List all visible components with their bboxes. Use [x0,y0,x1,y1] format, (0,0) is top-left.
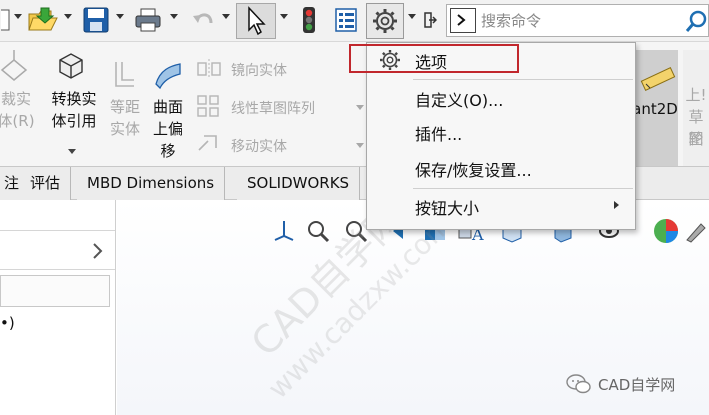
cut-solid-label-2[interactable]: 体(R) [0,110,36,132]
cut-solid-icon[interactable] [0,48,36,86]
menu-item-button-size[interactable]: 按钮大小 [367,191,635,221]
edit-appearance-icon[interactable] [651,216,681,246]
open-dropdown-arrow[interactable] [64,14,72,19]
cursor-arrow-icon [248,6,266,36]
menu-label-addins: 插件... [415,125,463,144]
save-icon[interactable] [80,4,112,36]
zoom-to-fit-icon[interactable] [305,216,331,246]
search-commands-box[interactable] [446,4,709,37]
file-properties-icon[interactable] [332,4,360,36]
convert-entities-icon[interactable] [56,50,86,84]
linear-pattern-label[interactable]: 线性草图阵列 [231,98,315,118]
tab-evaluate[interactable]: 评估 [20,167,72,200]
offset-entities-label-2[interactable]: 实体 [104,118,146,140]
instant2d-button[interactable]: ant2D [632,50,678,166]
print-dropdown-arrow[interactable] [170,14,178,19]
select-dropdown-arrow[interactable] [280,14,288,19]
search-icon[interactable] [685,9,709,37]
apply-scene-icon[interactable] [683,216,707,246]
menu-label-button-size: 按钮大小 [415,199,480,218]
surface-offset-label-3[interactable]: 移 [146,140,190,162]
linear-pattern-icon[interactable] [196,94,222,124]
command-prompt-icon [450,8,476,33]
offset-entities-icon[interactable] [110,58,138,94]
feature-manager-panel: •) [0,200,116,415]
instant2d-label: ant2D [632,100,678,118]
move-entities-label[interactable]: 移动实体 [231,136,287,156]
select-tool-button[interactable] [236,3,276,39]
cut-solid-label-1[interactable]: 裁实 [0,88,36,110]
surface-offset-label-1[interactable]: 曲面 [146,96,190,118]
right-col-label-1[interactable]: 上! [683,84,709,106]
mirror-entities-label[interactable]: 镜向实体 [231,60,287,80]
brand-name: CAD自学网 [598,375,676,394]
mirror-entities-icon[interactable] [196,58,222,84]
brand-badge: CAD自学网 [566,373,675,395]
options-button[interactable] [366,3,404,39]
right-col-label-3[interactable]: 轮 [683,128,709,150]
undo-icon[interactable] [188,4,218,36]
menu-item-customize[interactable]: 自定义(O)... [367,83,635,113]
submenu-arrow-icon [614,201,619,209]
menu-separator [413,79,633,80]
wechat-icon [566,374,591,394]
instant2d-ruler-icon [640,64,676,96]
menu-separator [413,188,633,189]
search-commands-input[interactable] [481,8,671,33]
rebuild-traffic-light-icon[interactable] [298,4,320,36]
save-dropdown-arrow[interactable] [116,14,124,19]
open-folder-icon[interactable] [26,4,60,36]
surface-offset-icon[interactable] [152,60,184,94]
gear-icon [373,9,397,33]
view-orientation-icon[interactable] [271,216,297,246]
surface-offset-label-2[interactable]: 上偏 [146,118,190,140]
offset-entities-label-1[interactable]: 等距 [104,96,146,118]
tab-solidworks-addins[interactable]: SOLIDWORKS [237,167,361,200]
panel-header-row[interactable] [0,230,115,270]
panel-tree-item[interactable]: •) [0,314,15,332]
sketch-more-column: 上! 草图 轮 [683,50,709,166]
print-icon[interactable] [132,4,164,36]
move-entities-icon[interactable] [196,132,222,158]
move-entities-dropdown-arrow[interactable] [356,143,364,148]
options-dropdown-arrow[interactable] [408,14,416,19]
convert-entities-dropdown-arrow[interactable] [68,149,76,154]
chevron-right-icon[interactable] [92,242,104,260]
panel-filter-field[interactable] [0,275,110,307]
linear-pattern-dropdown-arrow[interactable] [356,105,364,110]
convert-entities-label-2[interactable]: 体引用 [44,110,104,132]
tab-mbd-dimensions[interactable]: MBD Dimensions [77,167,226,200]
menu-item-addins[interactable]: 插件... [367,117,635,147]
new-doc-icon[interactable] [0,4,14,36]
new-dropdown-arrow[interactable] [14,14,22,19]
convert-entities-label-1[interactable]: 转换实 [44,88,104,110]
quick-access-toolbar [0,0,709,42]
undo-dropdown-arrow[interactable] [222,14,230,19]
menu-label-save-restore-settings: 保存/恢复设置... [415,161,532,180]
menu-item-save-restore-settings[interactable]: 保存/恢复设置... [367,153,635,183]
menu-label-customize: 自定义(O)... [415,91,504,110]
login-icon[interactable] [420,4,440,36]
options-highlight-frame [349,44,519,73]
